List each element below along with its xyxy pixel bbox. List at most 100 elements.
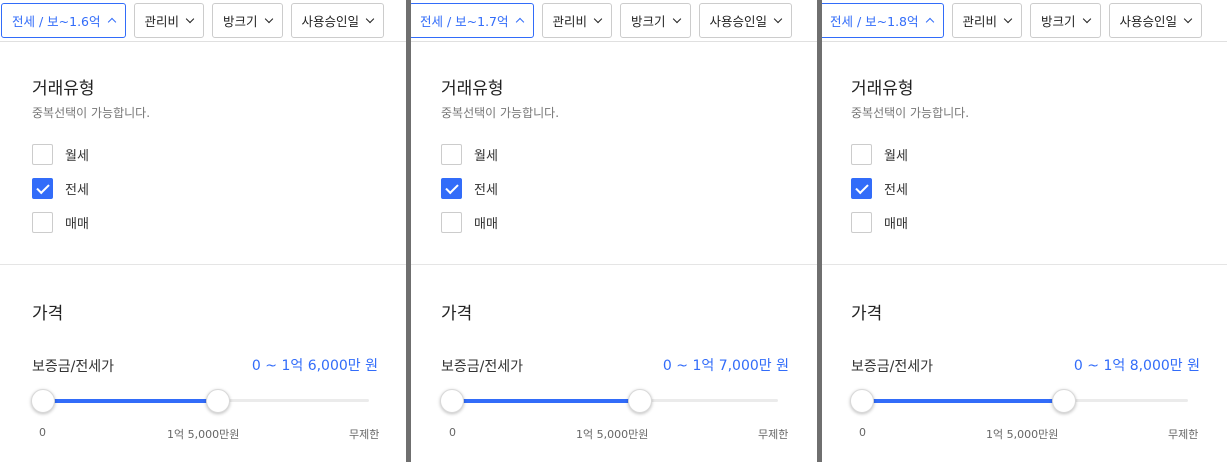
chevron-up-icon: [515, 17, 524, 27]
room-size-filter-button[interactable]: 방크기: [212, 3, 283, 38]
slider-max-label: 무제한: [758, 428, 789, 441]
approval-date-filter-label: 사용승인일: [709, 14, 768, 29]
checkbox[interactable]: [32, 212, 53, 233]
option-label: 월세: [65, 149, 89, 164]
fee-filter-label: 관리비: [962, 14, 998, 29]
approval-date-filter-label: 사용승인일: [301, 14, 360, 29]
fee-filter-button[interactable]: 관리비: [541, 3, 613, 38]
trade-type-subtitle: 중복선택이 가능합니다.: [32, 106, 151, 120]
header-divider: [411, 41, 817, 42]
trade-filter-button[interactable]: 전세 / 보~1.8억: [822, 3, 944, 38]
chevron-down-icon: [185, 14, 195, 23]
approval-date-filter-label: 사용승인일: [1119, 14, 1178, 29]
chevron-down-icon: [672, 14, 681, 23]
fee-filter-button[interactable]: 관리비: [133, 3, 205, 38]
option-label: 전세: [884, 183, 908, 198]
chevron-down-icon: [365, 14, 375, 23]
checkbox-checked[interactable]: [441, 178, 462, 199]
filter-bar: 전세 / 보~1.7억 관리비 방크기 사용승인일: [411, 3, 793, 39]
slider-max-label: 무제한: [349, 428, 380, 441]
chevron-up-icon: [925, 17, 934, 27]
checkbox[interactable]: [32, 144, 53, 165]
option-sale[interactable]: 매매: [32, 212, 89, 233]
option-sale[interactable]: 매매: [441, 212, 498, 233]
slider-mid-label: 1억 5,000만원: [167, 428, 240, 441]
option-label: 매매: [65, 217, 89, 232]
option-jeonse[interactable]: 전세: [851, 178, 908, 199]
price-range-value: 0 ~ 1억 6,000만 원: [251, 358, 378, 374]
option-label: 전세: [65, 183, 89, 198]
checkbox[interactable]: [441, 144, 462, 165]
slider-min-label: 0: [39, 426, 46, 439]
price-title: 가격: [32, 304, 64, 324]
option-monthly-rent[interactable]: 월세: [851, 144, 908, 165]
price-range-value: 0 ~ 1억 7,000만 원: [662, 358, 789, 374]
slider-max-handle[interactable]: [628, 389, 652, 413]
option-label: 월세: [474, 149, 498, 164]
filter-bar: 전세 / 보~1.8억 관리비 방크기 사용승인일: [822, 3, 1203, 39]
trade-type-subtitle: 중복선택이 가능합니다.: [851, 106, 970, 120]
approval-date-filter-button[interactable]: 사용승인일: [290, 3, 385, 38]
trade-filter-button[interactable]: 전세 / 보~1.6억: [1, 3, 126, 38]
checkbox[interactable]: [441, 212, 462, 233]
option-monthly-rent[interactable]: 월세: [32, 144, 89, 165]
room-size-filter-button[interactable]: 방크기: [620, 3, 691, 38]
checkbox[interactable]: [851, 212, 872, 233]
deposit-label: 보증금/전세가: [441, 359, 523, 375]
chevron-down-icon: [1082, 14, 1091, 23]
option-jeonse[interactable]: 전세: [441, 178, 498, 199]
slider-max-handle[interactable]: [206, 389, 230, 413]
slider-min-handle[interactable]: [31, 389, 55, 413]
trade-type-subtitle: 중복선택이 가능합니다.: [441, 106, 560, 120]
approval-date-filter-button[interactable]: 사용승인일: [698, 3, 793, 38]
option-label: 매매: [474, 217, 498, 232]
option-label: 전세: [474, 183, 498, 198]
trade-type-title: 거래유형: [851, 79, 914, 99]
trade-filter-label: 전세 / 보~1.6억: [12, 14, 101, 29]
section-divider: [411, 264, 817, 265]
room-size-filter-label: 방크기: [631, 14, 666, 29]
room-size-filter-button[interactable]: 방크기: [1030, 3, 1101, 38]
filter-panel-2: 전세 / 보~1.7억 관리비 방크기 사용승인일 거래유형 중복선택이 가능합…: [411, 0, 817, 470]
header-divider: [822, 41, 1227, 42]
option-sale[interactable]: 매매: [851, 212, 908, 233]
slider-max-label: 무제한: [1168, 428, 1199, 441]
trade-type-title: 거래유형: [441, 79, 504, 99]
filter-bar: 전세 / 보~1.6억 관리비 방크기 사용승인일: [1, 3, 385, 39]
price-range-value: 0 ~ 1억 8,000만 원: [1073, 358, 1200, 374]
approval-date-filter-button[interactable]: 사용승인일: [1108, 3, 1203, 38]
trade-filter-label: 전세 / 보~1.7억: [420, 14, 509, 29]
checkbox[interactable]: [851, 144, 872, 165]
slider-min-handle[interactable]: [850, 389, 874, 413]
chevron-down-icon: [1183, 14, 1193, 23]
filter-panel-3: 전세 / 보~1.8억 관리비 방크기 사용승인일 거래유형 중복선택이 가능합…: [822, 0, 1227, 470]
chevron-down-icon: [773, 14, 783, 23]
slider-mid-label: 1억 5,000만원: [576, 428, 649, 441]
trade-filter-button[interactable]: 전세 / 보~1.7억: [411, 3, 534, 38]
slider-fill: [862, 399, 1064, 403]
fee-filter-label: 관리비: [552, 14, 588, 29]
slider-min-handle[interactable]: [440, 389, 464, 413]
slider-max-handle[interactable]: [1052, 389, 1076, 413]
checkbox-checked[interactable]: [32, 178, 53, 199]
slider-fill: [43, 399, 218, 403]
room-size-filter-label: 방크기: [223, 14, 258, 29]
header-divider: [0, 41, 406, 42]
fee-filter-label: 관리비: [144, 14, 180, 29]
chevron-up-icon: [107, 17, 116, 27]
deposit-label: 보증금/전세가: [851, 359, 933, 375]
slider-mid-label: 1억 5,000만원: [986, 428, 1059, 441]
slider-min-label: 0: [859, 426, 866, 439]
slider-min-label: 0: [449, 426, 456, 439]
deposit-label: 보증금/전세가: [32, 359, 114, 375]
chevron-down-icon: [593, 14, 603, 23]
price-title: 가격: [851, 304, 883, 324]
section-divider: [0, 264, 406, 265]
checkbox-checked[interactable]: [851, 178, 872, 199]
chevron-down-icon: [264, 14, 273, 23]
fee-filter-button[interactable]: 관리비: [951, 3, 1023, 38]
price-title: 가격: [441, 304, 473, 324]
option-monthly-rent[interactable]: 월세: [441, 144, 498, 165]
trade-type-title: 거래유형: [32, 79, 95, 99]
option-jeonse[interactable]: 전세: [32, 178, 89, 199]
